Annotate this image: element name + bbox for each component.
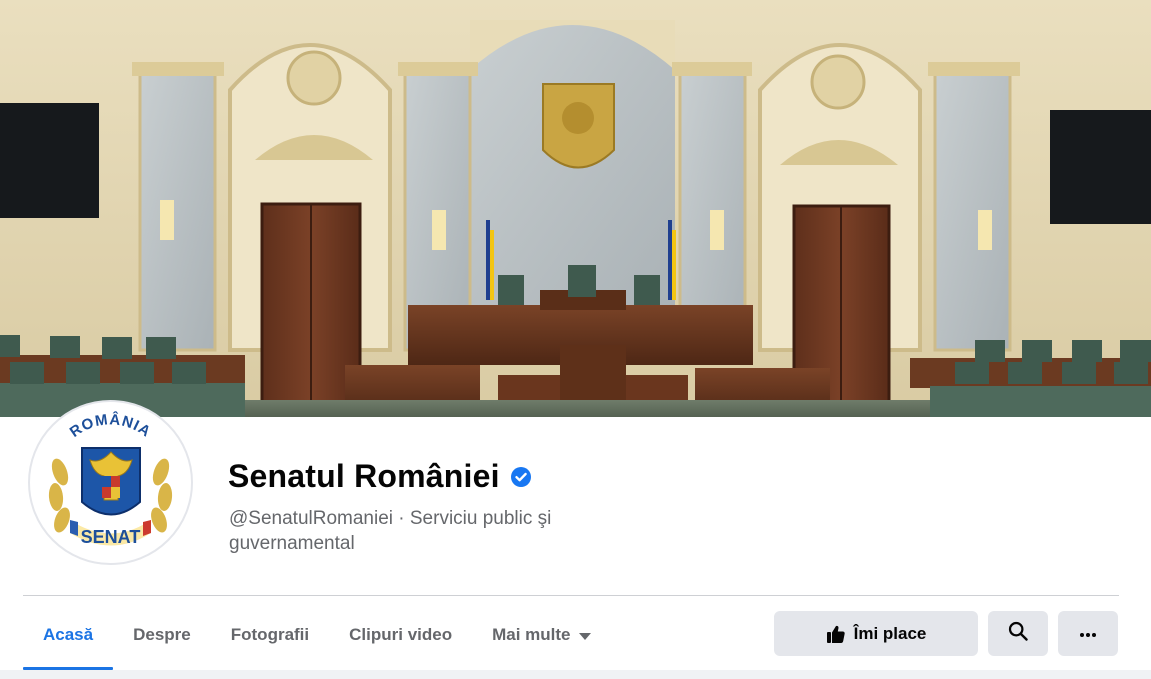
page-title: Senatul României <box>228 458 500 494</box>
more-horizontal-icon <box>1079 625 1097 643</box>
tab-label: Fotografii <box>230 625 310 644</box>
tab-label: Despre <box>133 625 191 644</box>
tab-label: Clipuri video <box>349 625 453 644</box>
verified-badge-icon[interactable] <box>510 466 532 488</box>
search-icon <box>1008 621 1028 646</box>
like-button-label: Îmi place <box>853 623 927 643</box>
search-button[interactable] <box>988 611 1048 656</box>
page-subtitle: @SenatulRomaniei · Serviciu public şi gu… <box>229 508 552 554</box>
more-options-button[interactable] <box>1058 611 1118 656</box>
tab-despre[interactable]: Despre <box>113 600 211 670</box>
tab-label: Acasă <box>43 625 94 644</box>
page-tabs: Acasă Despre Fotografii Clipuri video Ma… <box>23 600 611 670</box>
caret-down-icon <box>578 632 591 640</box>
page-avatar[interactable]: SENAT ROMÂNIA <box>28 400 193 565</box>
header-divider <box>23 595 1119 596</box>
tab-mai-multe[interactable]: Mai multe <box>472 600 610 670</box>
avatar-bottom-text: SENAT <box>81 527 141 547</box>
feed-background-strip <box>0 670 1151 679</box>
tab-fotografii[interactable]: Fotografii <box>211 600 329 670</box>
cover-photo[interactable] <box>0 0 1151 417</box>
thumbs-up-icon <box>826 624 846 644</box>
tab-acasa[interactable]: Acasă <box>23 600 114 670</box>
senate-logo-icon: SENAT ROMÂNIA <box>30 402 191 563</box>
tab-label: Mai multe <box>492 625 571 644</box>
senate-chamber-image <box>0 0 1151 417</box>
tab-clipuri-video[interactable]: Clipuri video <box>329 600 472 670</box>
page-name-row: Senatul României <box>228 458 532 495</box>
like-button[interactable]: Îmi place <box>774 611 978 656</box>
